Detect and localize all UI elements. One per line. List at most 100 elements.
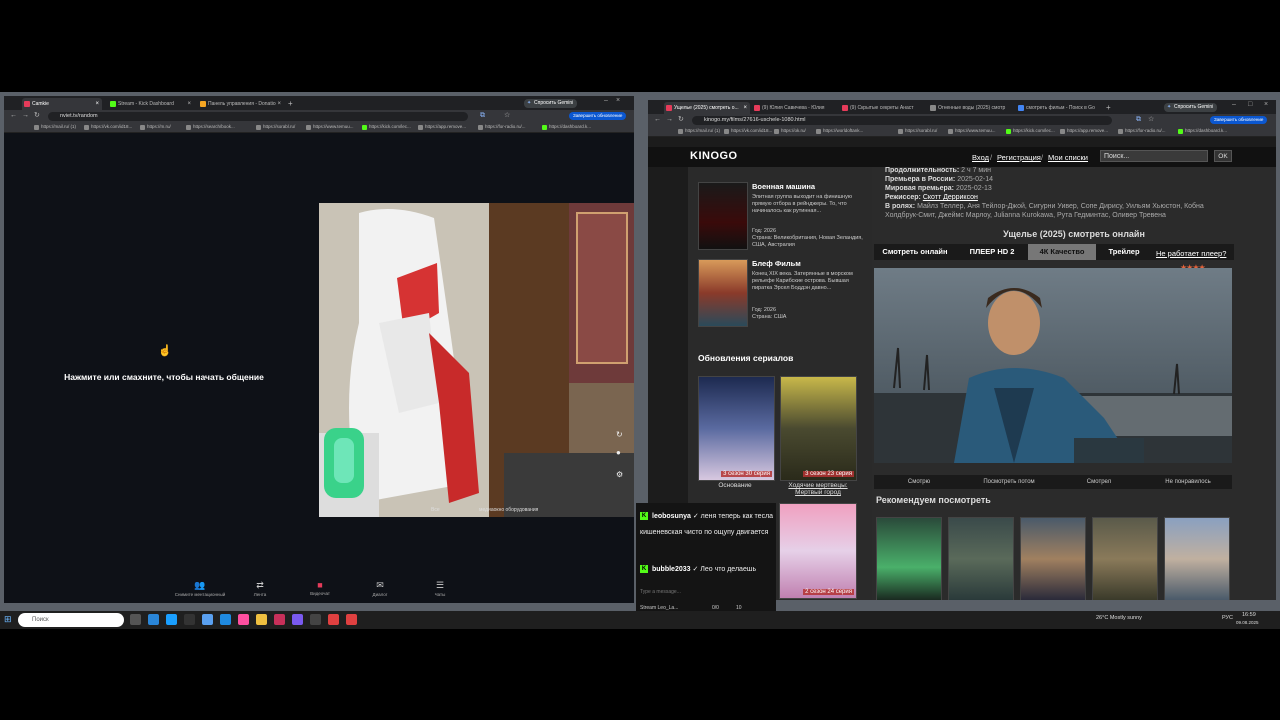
url-input[interactable]: kinogo.my/films/27616-uschele-1080.html: [692, 116, 1112, 125]
tab-player-hd2[interactable]: ПЛЕЕР HD 2: [960, 244, 1024, 260]
tab-youtube-2[interactable]: (9) Скрытые секреты Анаст: [840, 102, 926, 114]
translate-icon[interactable]: ⧉: [1136, 115, 1141, 125]
app-icon[interactable]: [166, 614, 177, 625]
forward-icon[interactable]: →: [22, 111, 29, 121]
recommend-poster[interactable]: [948, 517, 1014, 600]
tab-watch-online[interactable]: Смотреть онлайн: [874, 244, 956, 260]
video-player[interactable]: [874, 268, 1232, 463]
tab-4k-quality[interactable]: 4К Качество: [1028, 244, 1096, 260]
clock-time[interactable]: 16:59: [1242, 612, 1256, 618]
update-button[interactable]: Завершить обновление: [1210, 116, 1268, 124]
close-icon[interactable]: ×: [743, 102, 747, 114]
recommend-poster[interactable]: [876, 517, 942, 600]
tab-kinogo[interactable]: Ущелье (2025) смотреть о... ×: [664, 102, 750, 114]
app-icon[interactable]: [184, 614, 195, 625]
bookmark[interactable]: https://app.remove...: [1060, 127, 1108, 135]
anime-series-poster[interactable]: 2 сезон 24 серия: [779, 503, 857, 599]
site-search-input[interactable]: Поиск...: [1100, 150, 1208, 162]
app-icon[interactable]: [310, 614, 321, 625]
bookmark[interactable]: https://kick.com/lec...: [1006, 127, 1055, 135]
reload-icon[interactable]: ↻: [34, 111, 40, 121]
start-chat-prompt[interactable]: Нажмите или смахните, чтобы начать общен…: [34, 372, 294, 382]
bookmark[interactable]: https://dashboard.k...: [1178, 127, 1227, 135]
close-window-icon[interactable]: ×: [616, 97, 620, 104]
bookmark[interactable]: https://search/book...: [186, 123, 235, 131]
close-icon[interactable]: ×: [277, 98, 281, 110]
new-tab-button[interactable]: +: [286, 98, 298, 110]
app-icon[interactable]: [292, 614, 303, 625]
update-button[interactable]: Завершить обновление: [569, 112, 627, 120]
chrome-icon[interactable]: [346, 614, 357, 625]
gemini-button[interactable]: Спросить Gemini: [524, 99, 578, 108]
bookmark[interactable]: https://sorabl.ru/: [256, 123, 295, 131]
star-icon[interactable]: ☆: [504, 111, 510, 121]
task-view-icon[interactable]: [130, 614, 141, 625]
taskbar-search[interactable]: Поиск: [18, 613, 124, 627]
language-indicator[interactable]: РУС: [1222, 615, 1233, 621]
recommend-poster[interactable]: [1164, 517, 1230, 600]
bookmark[interactable]: https://for-radio.ru/...: [478, 123, 526, 131]
star-icon[interactable]: ☆: [1148, 115, 1154, 125]
film-title[interactable]: Военная машина: [752, 182, 815, 191]
reload-icon[interactable]: ↻: [678, 115, 684, 125]
nav-people[interactable]: 👥 Снимите ментационный: [170, 580, 230, 597]
vote-watched[interactable]: Смотрел: [1054, 475, 1144, 489]
tab-donation[interactable]: Панель управления - Donatio ×: [198, 98, 284, 110]
new-tab-button[interactable]: +: [1104, 102, 1116, 114]
tab-youtube-1[interactable]: (9) Юлия Савичева - Юлия: [752, 102, 838, 114]
edge-icon[interactable]: [148, 614, 159, 625]
bookmark[interactable]: https://ok.ru/: [774, 127, 806, 135]
bookmark[interactable]: https://kick.com/lec...: [362, 123, 411, 131]
refresh-icon[interactable]: ↻: [616, 430, 626, 439]
film-poster[interactable]: [698, 259, 748, 327]
bookmark[interactable]: https://vk.com/id18...: [84, 123, 132, 131]
series-poster[interactable]: 3 сезон 23 серия: [780, 376, 857, 481]
weather-widget[interactable]: 26°C Mostly sunny: [1096, 615, 1142, 621]
bookmark[interactable]: https://mail.ru/ (1): [678, 127, 720, 135]
bookmark[interactable]: https://m.ru/: [140, 123, 171, 131]
sidebar-film-card[interactable]: Блеф Фильм Конец XIX века. Затерянные в …: [698, 259, 872, 329]
nav-feed[interactable]: ⇄ Лента: [230, 580, 290, 597]
cam-device-label[interactable]: медиаокно оборудования: [479, 507, 538, 513]
series-poster[interactable]: 3 сезон 30 серия: [698, 376, 775, 481]
register-link[interactable]: Регистрация: [997, 153, 1041, 162]
bookmark[interactable]: https://worldoftank...: [816, 127, 863, 135]
folder-icon[interactable]: [256, 614, 267, 625]
close-window-icon[interactable]: ×: [1264, 101, 1268, 108]
bookmark[interactable]: https://dashboard.k...: [542, 123, 591, 131]
close-icon[interactable]: ×: [95, 98, 99, 110]
sidebar-film-card[interactable]: Военная машина Элитная группа выходит на…: [698, 182, 872, 252]
tab-camkie[interactable]: Camkie ×: [22, 98, 102, 110]
film-title[interactable]: Блеф Фильм: [752, 259, 801, 268]
minimize-icon[interactable]: –: [1232, 101, 1236, 108]
tab-film[interactable]: Огненные воды (2025) смотр: [928, 102, 1014, 114]
bookmark[interactable]: https://mail.ru/ (1): [34, 123, 76, 131]
gear-icon[interactable]: ⚙: [616, 470, 626, 479]
gemini-button[interactable]: Спросить Gemini: [1164, 103, 1218, 112]
bookmark[interactable]: https://www.temuu...: [948, 127, 996, 135]
player-not-working-link[interactable]: Не работает плеер?: [1156, 249, 1226, 258]
app-icon[interactable]: [220, 614, 231, 625]
close-icon[interactable]: ×: [187, 98, 191, 110]
clock-date[interactable]: 09.08.2025: [1236, 620, 1259, 625]
tab-kick-dashboard[interactable]: Stream - Kick Dashboard ×: [108, 98, 194, 110]
director-link[interactable]: Скотт Дерриксон: [923, 194, 978, 201]
translate-icon[interactable]: ⧉: [480, 111, 485, 121]
series-name[interactable]: Основание: [695, 482, 775, 489]
cam-filter-label[interactable]: Все: [431, 507, 440, 513]
film-poster[interactable]: [698, 182, 748, 250]
back-icon[interactable]: ←: [654, 115, 661, 125]
forward-icon[interactable]: →: [666, 115, 673, 125]
back-icon[interactable]: ←: [10, 111, 17, 121]
chat-input[interactable]: Type a message...: [640, 587, 772, 597]
url-input[interactable]: nviet.tv/random: [48, 112, 468, 121]
nav-videochat[interactable]: ■ Видеочат: [290, 580, 350, 596]
bookmark[interactable]: https://sorabl.ru/: [898, 127, 937, 135]
login-link[interactable]: Вход: [972, 153, 989, 162]
tiktok-icon[interactable]: [238, 614, 249, 625]
series-name[interactable]: Ходячие мертвецы: Мертвый город: [778, 482, 858, 496]
app-icon[interactable]: [274, 614, 285, 625]
tab-trailer[interactable]: Трейлер: [1100, 244, 1148, 260]
nav-chats[interactable]: ☰ Чаты: [410, 580, 470, 597]
minimize-icon[interactable]: –: [604, 97, 608, 104]
